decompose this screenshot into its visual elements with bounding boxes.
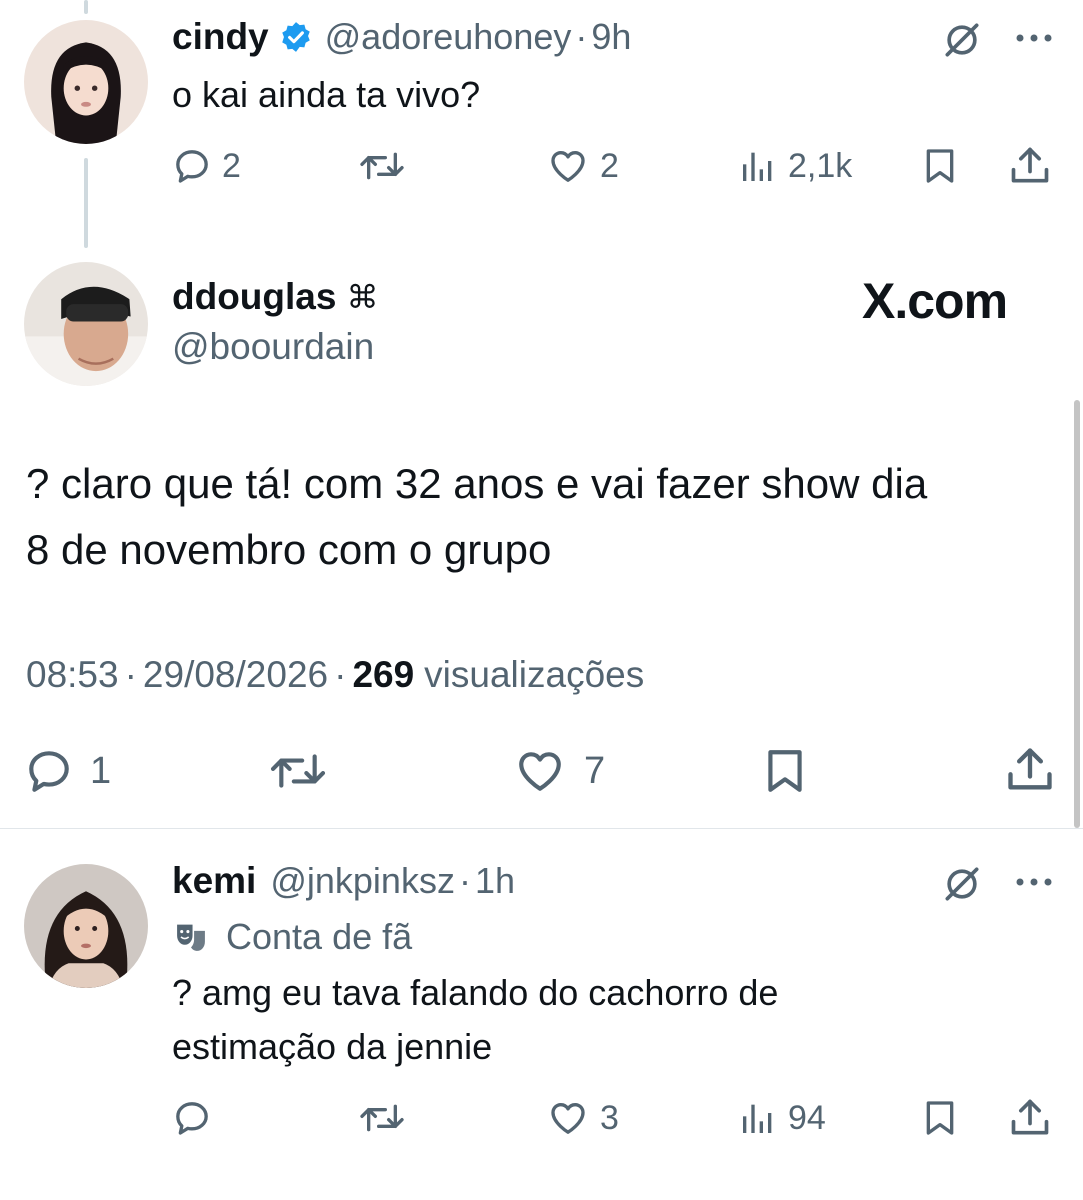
- username[interactable]: @jnkpinksz: [270, 860, 455, 902]
- reply-icon: [172, 1098, 212, 1138]
- scrollbar[interactable]: [1074, 400, 1080, 828]
- bookmark-icon[interactable]: [760, 746, 810, 796]
- separator: ·: [124, 654, 137, 695]
- retweet-icon: [358, 1098, 406, 1138]
- tweet-text-line-1: ? claro que tá! com 32 anos e vai fazer …: [26, 460, 928, 507]
- like-icon: [512, 746, 568, 796]
- tweet-text: o kai ainda ta vivo?: [172, 74, 481, 115]
- reply-count: 1: [90, 749, 112, 792]
- retweet-icon: [358, 146, 406, 186]
- grok-icon[interactable]: [940, 862, 984, 906]
- reply-header: cindy @adoreuhoney · 9h: [172, 16, 631, 58]
- separator: ·: [458, 860, 471, 901]
- username[interactable]: @boourdain: [172, 326, 374, 368]
- timestamp[interactable]: 1h: [475, 860, 515, 902]
- x-com-watermark: X.com: [862, 273, 1008, 329]
- like-count: 3: [600, 1098, 619, 1137]
- share-icon[interactable]: [1008, 144, 1052, 188]
- fan-account-text: Conta de fã: [226, 916, 413, 957]
- separator: ·: [575, 16, 588, 57]
- like-button[interactable]: 7: [512, 746, 605, 796]
- tweet-meta: 08:53 · 29/08/2026 · 269 visualizações: [26, 654, 644, 696]
- like-count: 2: [600, 146, 619, 185]
- divider: [0, 828, 1083, 829]
- more-icon[interactable]: [1012, 28, 1056, 48]
- reply-icon: [24, 746, 74, 796]
- retweet-button[interactable]: [358, 1098, 406, 1138]
- tweet-text-line-2: estimação da jennie: [172, 1026, 493, 1067]
- views-button[interactable]: 94: [738, 1098, 826, 1138]
- reply-button[interactable]: 1: [24, 746, 111, 796]
- reply-button[interactable]: [172, 1098, 212, 1138]
- tweet-time[interactable]: 08:53: [26, 654, 119, 696]
- name-symbol: ⌘: [346, 278, 379, 316]
- views-count: 269: [352, 654, 415, 695]
- more-icon[interactable]: [1012, 872, 1056, 892]
- fan-account-label: Conta de fã: [172, 916, 412, 958]
- display-name[interactable]: ddouglas: [172, 276, 336, 318]
- share-icon[interactable]: [1008, 1096, 1052, 1140]
- reply-header: kemi @jnkpinksz · 1h: [172, 860, 515, 902]
- thread-connector-top: [84, 0, 88, 14]
- views-count: 2,1k: [788, 146, 853, 185]
- grok-icon[interactable]: [940, 18, 984, 62]
- retweet-button[interactable]: [268, 746, 328, 796]
- views-button[interactable]: 2,1k: [738, 146, 852, 186]
- avatar[interactable]: [24, 262, 148, 386]
- theater-masks-icon: [172, 920, 210, 954]
- views-icon: [738, 146, 778, 186]
- username[interactable]: @adoreuhoney: [325, 16, 572, 58]
- views-icon: [738, 1098, 778, 1138]
- display-name[interactable]: kemi: [172, 860, 256, 902]
- retweet-icon: [268, 746, 328, 796]
- like-button[interactable]: 3: [546, 1098, 619, 1138]
- retweet-button[interactable]: [358, 146, 406, 186]
- separator: ·: [334, 654, 347, 695]
- like-button[interactable]: 2: [546, 146, 619, 186]
- display-name[interactable]: cindy: [172, 16, 269, 58]
- share-icon[interactable]: [1004, 744, 1056, 796]
- like-count: 7: [584, 749, 606, 792]
- views-count: 94: [788, 1098, 826, 1137]
- avatar[interactable]: [24, 20, 148, 144]
- timestamp[interactable]: 9h: [591, 16, 631, 58]
- bookmark-icon[interactable]: [920, 146, 960, 186]
- thread-connector-line: [84, 158, 88, 248]
- tweet-date[interactable]: 29/08/2026: [143, 654, 328, 696]
- like-icon: [546, 146, 590, 186]
- tweet-text-line-1: ? amg eu tava falando do cachorro de: [172, 972, 779, 1013]
- reply-button[interactable]: 2: [172, 146, 241, 186]
- bookmark-icon[interactable]: [920, 1098, 960, 1138]
- tweet-text-line-2: 8 de novembro com o grupo: [26, 526, 552, 573]
- author-name-row: ddouglas ⌘: [172, 276, 378, 318]
- reply-count: 2: [222, 146, 241, 185]
- views-label: visualizações: [424, 654, 645, 695]
- verified-badge-icon: [279, 20, 313, 54]
- avatar[interactable]: [24, 864, 148, 988]
- reply-icon: [172, 146, 212, 186]
- like-icon: [546, 1098, 590, 1138]
